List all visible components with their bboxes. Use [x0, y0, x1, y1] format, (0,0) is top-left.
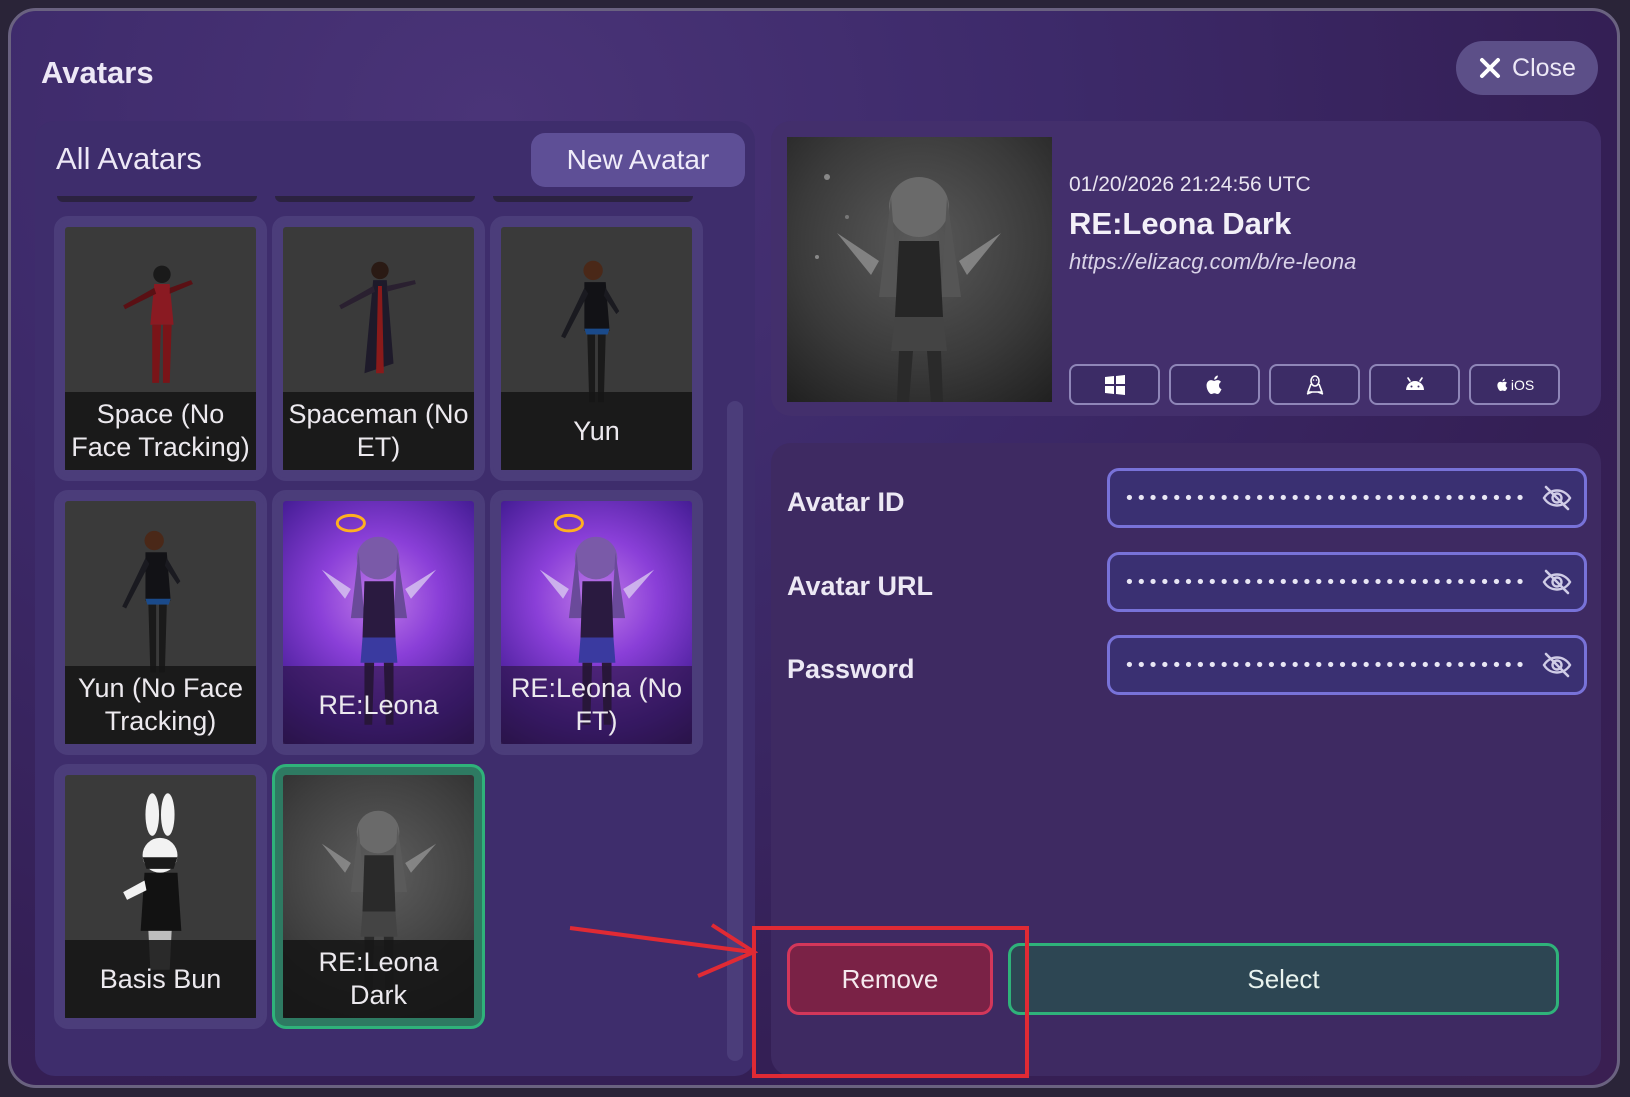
avatar-preview-figure: [815, 174, 1001, 402]
platform-linux: [1269, 364, 1360, 405]
avatar-card-re-leona-no-ft[interactable]: RE:Leona (No FT): [490, 490, 703, 755]
avatar-id-field[interactable]: [1107, 468, 1587, 528]
password-field[interactable]: [1107, 635, 1587, 695]
avatar-card-re-leona-dark[interactable]: RE:Leona Dark: [272, 764, 485, 1029]
avatar-name: Spaceman (No ET): [283, 392, 474, 470]
avatar-card-yun[interactable]: Yun: [490, 216, 703, 481]
ios-label: iOS: [1510, 376, 1535, 393]
window-title: Avatars: [41, 55, 154, 90]
avatars-window: Avatars Close All Avatars New Avatar Spa…: [8, 8, 1620, 1088]
avatar-details-panel: 01/20/2026 21:24:56 UTC RE:Leona Dark ht…: [771, 121, 1601, 416]
avatar-name: RE:Leona Dark: [283, 940, 474, 1018]
linux-icon: [1306, 374, 1323, 395]
avatar-name: Yun: [501, 392, 692, 470]
close-icon: [1480, 58, 1501, 78]
avatar-url-field[interactable]: [1107, 552, 1587, 612]
avatar-url-input[interactable]: [1124, 555, 1524, 609]
avatar-card-spaceman[interactable]: Spaceman (No ET): [272, 216, 485, 481]
all-avatars-title: All Avatars: [56, 141, 202, 176]
eye-off-icon[interactable]: [1542, 484, 1572, 512]
avatar-id-label: Avatar ID: [787, 487, 905, 517]
avatar-name: Yun (No Face Tracking): [65, 666, 256, 744]
apple-icon: [1206, 375, 1221, 394]
avatar-name: RE:Leona: [283, 666, 474, 744]
avatar-name: Space (No Face Tracking): [65, 392, 256, 470]
platform-ios: iOS: [1469, 364, 1560, 405]
windows-icon: [1104, 374, 1125, 395]
avatar-card-basis-bun[interactable]: Basis Bun: [54, 764, 267, 1029]
avatar-title: RE:Leona Dark: [1069, 206, 1292, 241]
avatar-card-yun-no-ft[interactable]: Yun (No Face Tracking): [54, 490, 267, 755]
all-avatars-header: All Avatars New Avatar: [35, 121, 755, 196]
card-edge: [275, 196, 475, 202]
avatar-timestamp: 01/20/2026 21:24:56 UTC: [1069, 173, 1311, 196]
all-avatars-panel: All Avatars New Avatar Space (No Face Tr…: [35, 121, 755, 1076]
close-button[interactable]: Close: [1456, 41, 1598, 95]
remove-button[interactable]: Remove: [787, 943, 993, 1015]
avatar-card-space[interactable]: Space (No Face Tracking): [54, 216, 267, 481]
avatar-name: RE:Leona (No FT): [501, 666, 692, 744]
avatar-id-input[interactable]: [1124, 471, 1524, 525]
eye-off-icon[interactable]: [1542, 651, 1572, 679]
card-edge: [57, 196, 257, 202]
avatar-settings-panel: Avatar ID Avatar URL Password: [771, 443, 1601, 1076]
card-edge: [493, 196, 693, 202]
eye-off-icon[interactable]: [1542, 568, 1572, 596]
select-button[interactable]: Select: [1008, 943, 1559, 1015]
avatar-preview-image: [787, 137, 1052, 402]
platform-android: [1369, 364, 1460, 405]
platform-windows: [1069, 364, 1160, 405]
close-label: Close: [1512, 53, 1576, 82]
platform-list: iOS: [1069, 364, 1560, 405]
android-icon: [1405, 376, 1424, 390]
ios-icon: [1497, 378, 1508, 391]
platform-macos: [1169, 364, 1260, 405]
avatar-name: Basis Bun: [65, 940, 256, 1018]
avatar-url-label: Avatar URL: [787, 571, 934, 601]
password-input[interactable]: [1124, 638, 1524, 692]
avatar-card-re-leona[interactable]: RE:Leona: [272, 490, 485, 755]
avatar-grid-scrollbar[interactable]: [727, 401, 743, 1061]
avatar-grid[interactable]: Space (No Face Tracking) Spaceman (No ET…: [47, 196, 727, 1066]
password-label: Password: [787, 654, 915, 684]
avatar-source-link[interactable]: https://elizacg.com/b/re-leona: [1069, 249, 1356, 275]
new-avatar-button[interactable]: New Avatar: [531, 133, 745, 187]
